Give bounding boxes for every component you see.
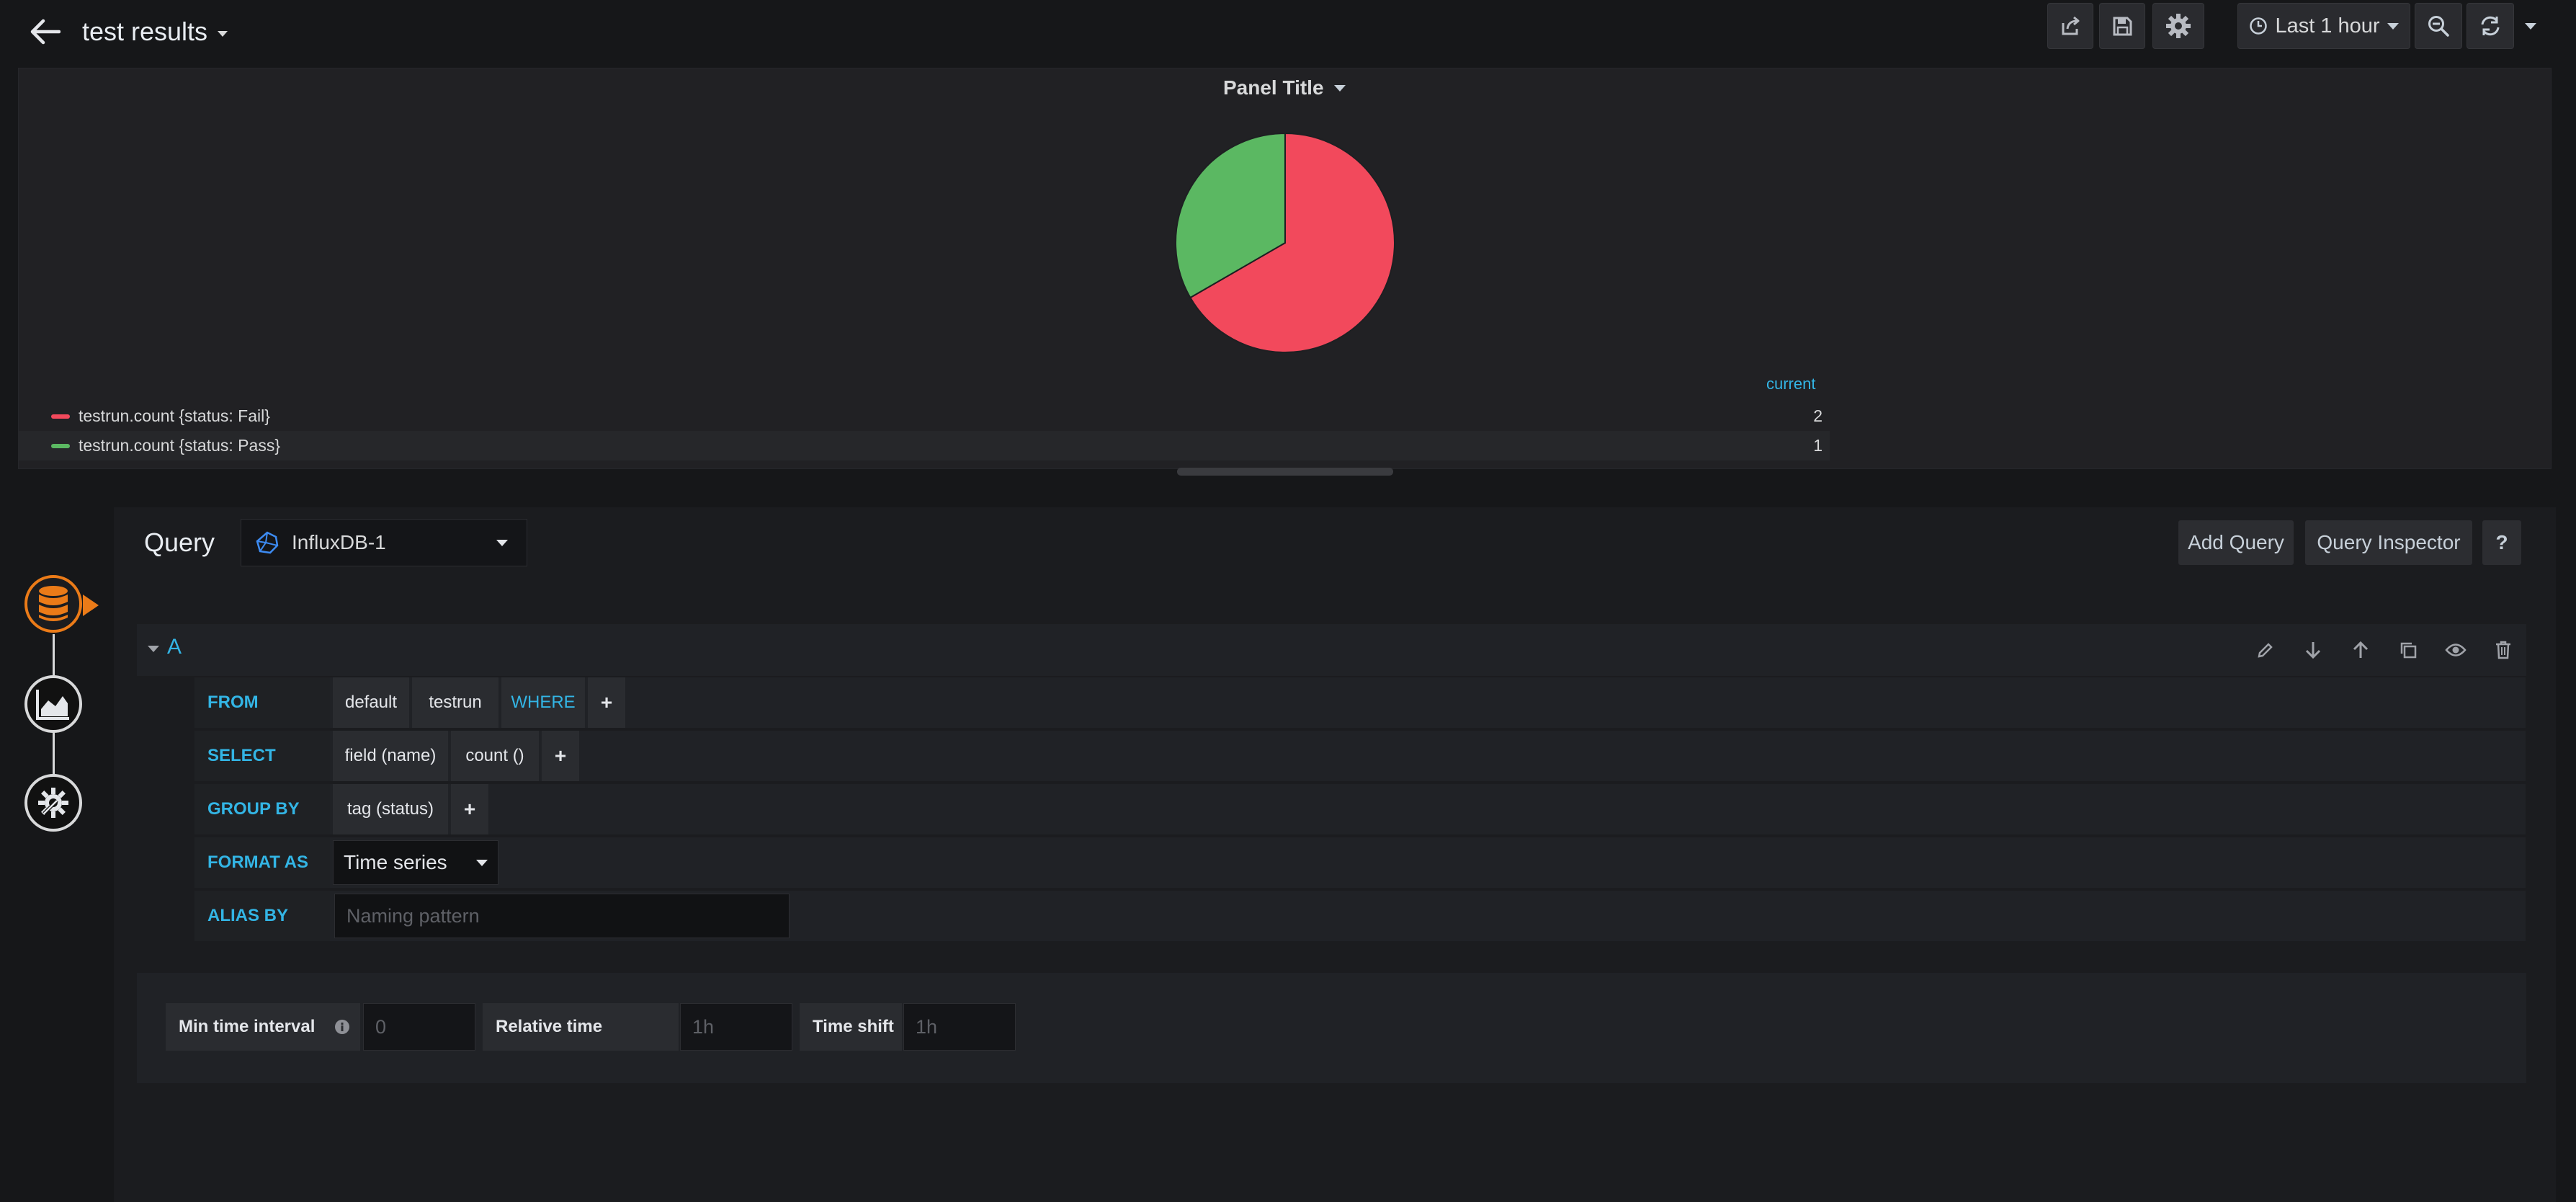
area-chart-icon (36, 690, 69, 720)
gear-wrench-icon (38, 788, 68, 818)
eye-icon (2445, 644, 2467, 656)
copy-icon (2400, 642, 2417, 659)
collapse-caret-icon[interactable] (148, 646, 159, 652)
chevron-down-icon (496, 539, 508, 546)
min-interval-text: Min time interval (179, 1017, 316, 1036)
queries-step-button[interactable] (24, 575, 82, 633)
back-arrow-icon (30, 19, 61, 45)
count-function-segment[interactable]: count () (451, 731, 539, 781)
save-button[interactable] (2099, 3, 2145, 49)
dashboard-title: test results (82, 17, 208, 46)
toggle-visibility-button[interactable] (2441, 636, 2470, 664)
info-icon[interactable] (334, 1019, 350, 1035)
from-row: FROM default testrun WHERE + (194, 677, 2526, 728)
move-up-button[interactable] (2346, 636, 2375, 664)
settings-gear-icon (2166, 14, 2191, 38)
format-as-keyword: FORMAT AS (194, 837, 330, 888)
add-where-button[interactable]: + (588, 677, 625, 728)
relative-time-label: Relative time (483, 1003, 679, 1051)
edit-mode-button[interactable] (2251, 636, 2280, 664)
add-group-by-button[interactable]: + (451, 784, 488, 834)
chevron-down-icon (2387, 22, 2399, 30)
where-segment[interactable]: WHERE (501, 677, 585, 728)
arrow-down-icon (2305, 642, 2321, 659)
measurement-segment[interactable]: testrun (412, 677, 498, 728)
chevron-down-icon (476, 859, 488, 866)
dashboard-title-picker[interactable]: test results (82, 10, 228, 53)
chevron-down-icon (218, 31, 228, 37)
chevron-down-icon (1333, 84, 1346, 92)
clock-icon (2250, 17, 2268, 35)
field-segment[interactable]: field (name) (333, 731, 448, 781)
pie-chart (1175, 132, 1395, 353)
share-button[interactable] (2047, 3, 2093, 49)
pencil-icon (2258, 643, 2273, 658)
from-keyword: FROM (194, 677, 330, 728)
select-keyword: SELECT (194, 731, 330, 781)
retention-policy-segment[interactable]: default (333, 677, 409, 728)
move-down-button[interactable] (2299, 636, 2327, 664)
panel-title-menu[interactable]: Panel Title (1223, 75, 1346, 101)
chevron-down-icon (2525, 22, 2536, 30)
group-by-row: GROUP BY tag (status) + (194, 784, 2526, 834)
query-ref-id[interactable]: A (167, 635, 182, 659)
format-as-value: Time series (344, 851, 447, 873)
influxdb-logo-icon (256, 531, 279, 554)
legend-item-fail[interactable]: testrun.count {status: Fail} 2 (18, 401, 1830, 431)
time-shift-input[interactable]: 1h (903, 1003, 1016, 1051)
database-icon (39, 586, 68, 621)
min-interval-label: Min time interval (166, 1003, 360, 1051)
format-as-row: FORMAT AS Time series (194, 837, 2526, 888)
settings-button[interactable] (2152, 3, 2204, 49)
datasource-name: InfluxDB-1 (292, 531, 386, 553)
query-heading: Query (144, 527, 215, 557)
min-interval-input[interactable]: 0 (363, 1003, 475, 1051)
datasource-picker[interactable]: InfluxDB-1 (241, 519, 527, 566)
refresh-icon (2481, 16, 2500, 36)
time-range-picker[interactable]: Last 1 hour (2237, 3, 2410, 49)
tag-segment[interactable]: tag (status) (333, 784, 448, 834)
duplicate-query-button[interactable] (2394, 636, 2423, 664)
query-row-header (137, 624, 2526, 676)
refresh-interval-dropdown[interactable] (2507, 3, 2554, 49)
legend-item-pass[interactable]: testrun.count {status: Pass} 1 (18, 431, 1830, 460)
legend-header-current: current (1766, 375, 1816, 393)
delete-query-button[interactable] (2489, 636, 2518, 664)
save-icon (2113, 17, 2132, 36)
legend-swatch (51, 414, 70, 419)
time-shift-label: Time shift (800, 1003, 902, 1051)
relative-time-input[interactable]: 1h (680, 1003, 792, 1051)
legend-value: 2 (1813, 406, 1823, 425)
help-button[interactable]: ? (2482, 520, 2521, 565)
legend-swatch (51, 443, 70, 448)
alias-by-keyword: ALIAS BY (194, 891, 330, 941)
panel-title: Panel Title (1223, 76, 1324, 99)
zoom-out-icon (2428, 16, 2449, 37)
visualization-step-button[interactable] (24, 675, 82, 733)
alias-input[interactable]: Naming pattern (334, 894, 790, 938)
alias-by-row: ALIAS BY Naming pattern (194, 891, 2526, 941)
select-row: SELECT field (name) count () + (194, 731, 2526, 781)
zoom-out-button[interactable] (2415, 3, 2462, 49)
legend-value: 1 (1813, 436, 1823, 455)
back-button[interactable] (22, 9, 68, 55)
query-inspector-button[interactable]: Query Inspector (2305, 520, 2472, 565)
legend-label: testrun.count {status: Fail} (79, 406, 270, 425)
group-by-keyword: GROUP BY (194, 784, 330, 834)
general-step-button[interactable] (24, 774, 82, 832)
add-query-button[interactable]: Add Query (2178, 520, 2294, 565)
add-select-button[interactable]: + (542, 731, 579, 781)
format-as-select[interactable]: Time series (333, 840, 498, 885)
trash-icon (2496, 641, 2510, 659)
time-range-label: Last 1 hour (2275, 14, 2380, 37)
panel-resize-handle[interactable] (1177, 468, 1393, 476)
active-step-indicator (83, 595, 99, 616)
arrow-up-icon (2353, 641, 2369, 658)
legend-label: testrun.count {status: Pass} (79, 436, 280, 455)
share-icon (2062, 16, 2080, 35)
